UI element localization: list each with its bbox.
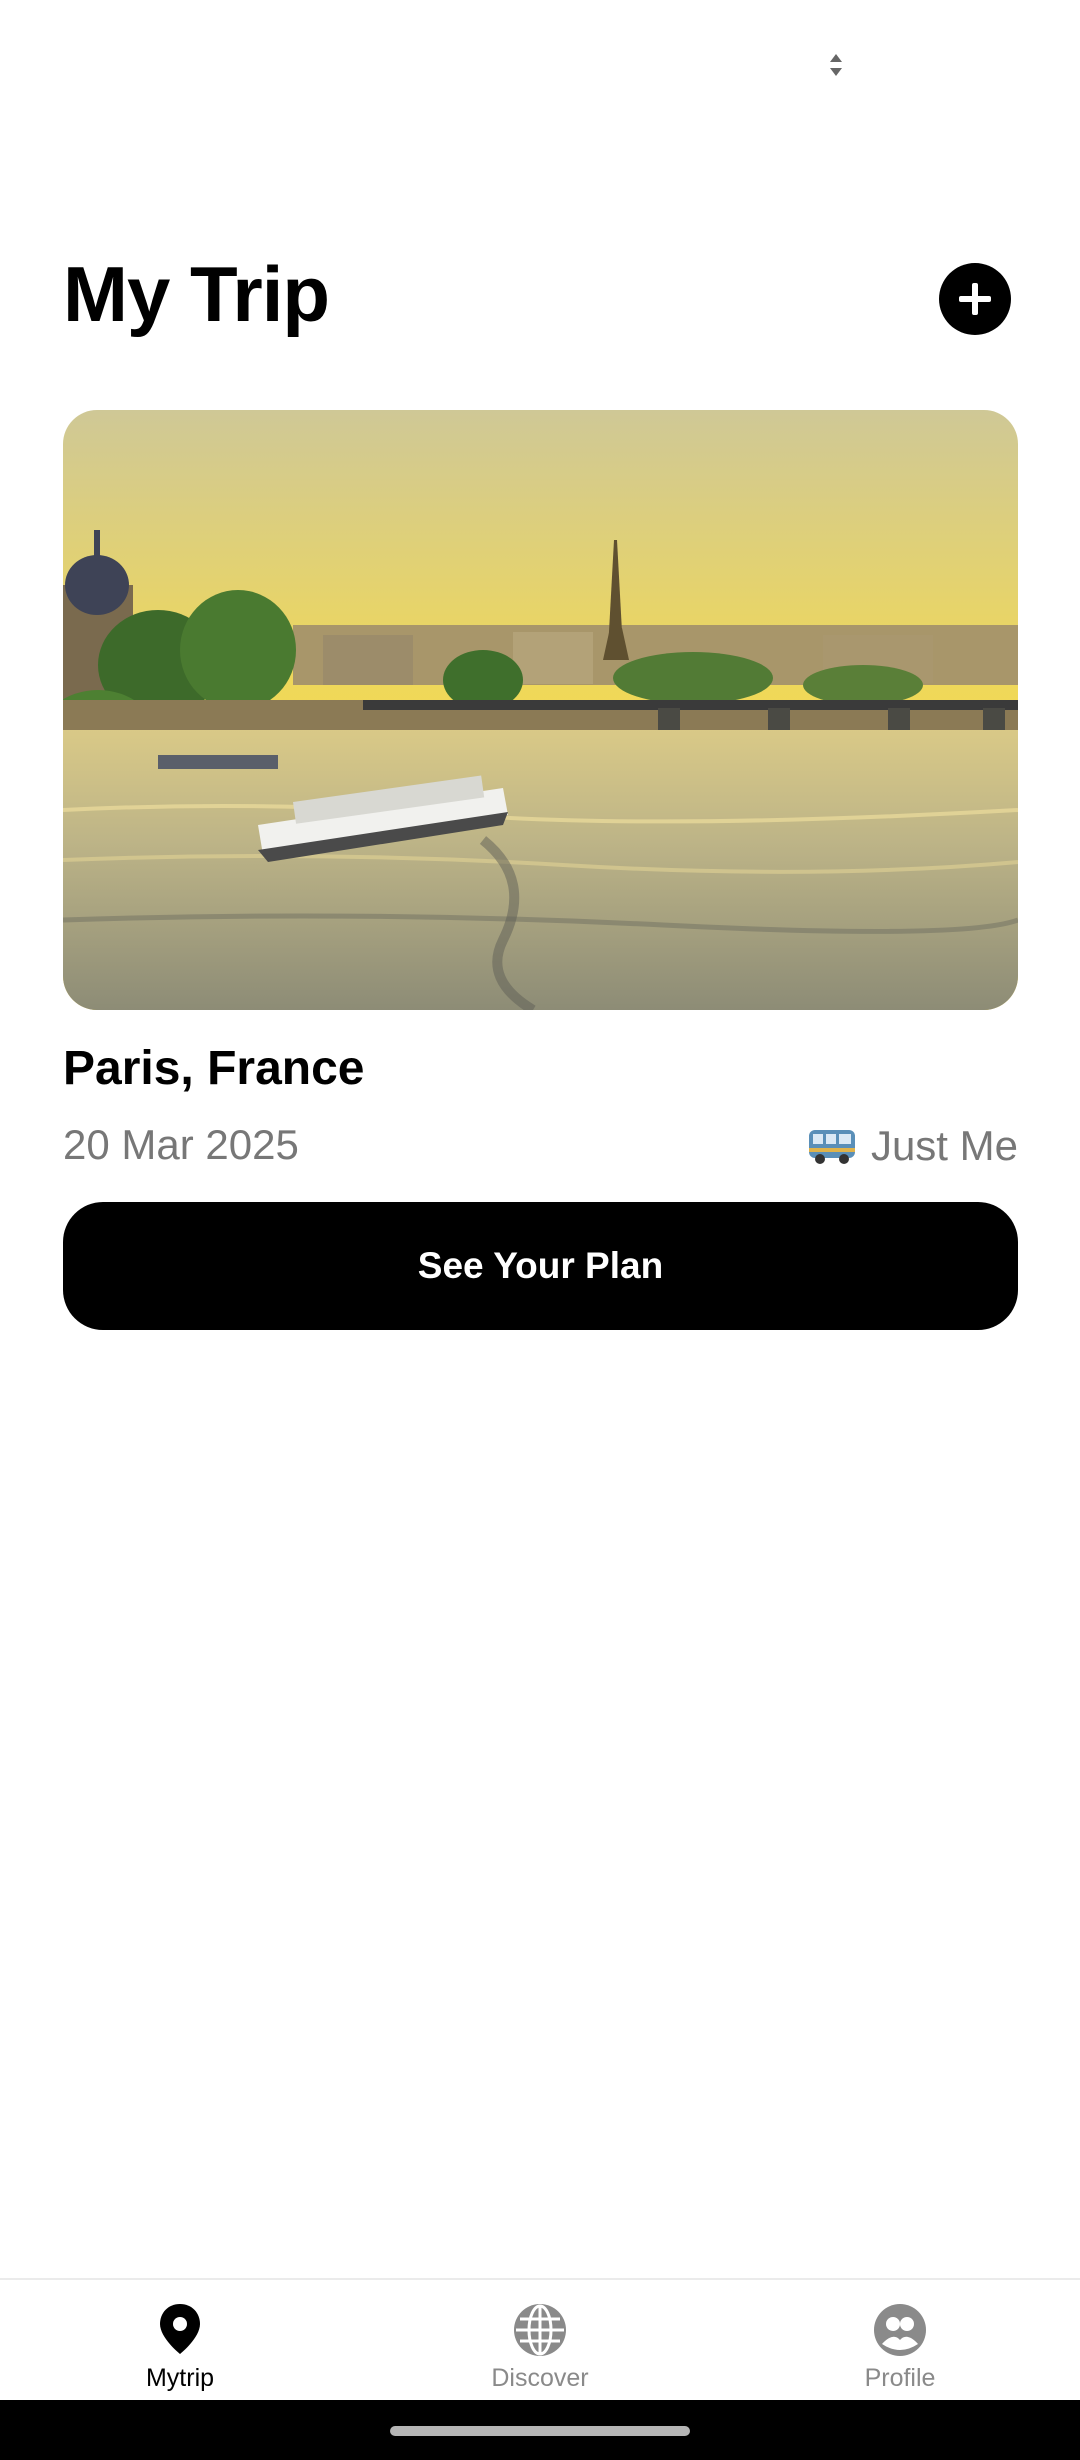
profile-icon (874, 2304, 926, 2356)
nav-item-discover[interactable]: Discover (360, 2280, 720, 2402)
nav-label-profile: Profile (864, 2364, 936, 2392)
nav-item-mytrip[interactable]: Mytrip (0, 2280, 360, 2402)
see-your-plan-button[interactable]: See Your Plan (63, 1202, 1018, 1330)
companions-label: Just Me (870, 1121, 1018, 1169)
nav-label-mytrip: Mytrip (145, 2364, 215, 2392)
home-gesture-handle[interactable] (390, 2426, 690, 2436)
bottom-nav: Mytrip Discover Profile (0, 2278, 1080, 2402)
nav-item-profile[interactable]: Profile (720, 2280, 1080, 2402)
page-title: My Trip (63, 250, 330, 338)
bus-icon (808, 1130, 855, 1164)
location-pin-icon (160, 2304, 200, 2354)
plus-icon (959, 283, 991, 315)
trip-companions: Just Me (807, 1120, 1018, 1172)
trip-location: Paris, France (63, 1042, 365, 1095)
scroll-indicator-icon (828, 52, 844, 78)
trip-image[interactable] (63, 410, 1018, 1010)
add-trip-button[interactable] (939, 263, 1011, 335)
trip-date: 20 Mar 2025 (63, 1121, 299, 1168)
globe-icon (514, 2304, 566, 2356)
nav-label-discover: Discover (491, 2364, 589, 2392)
